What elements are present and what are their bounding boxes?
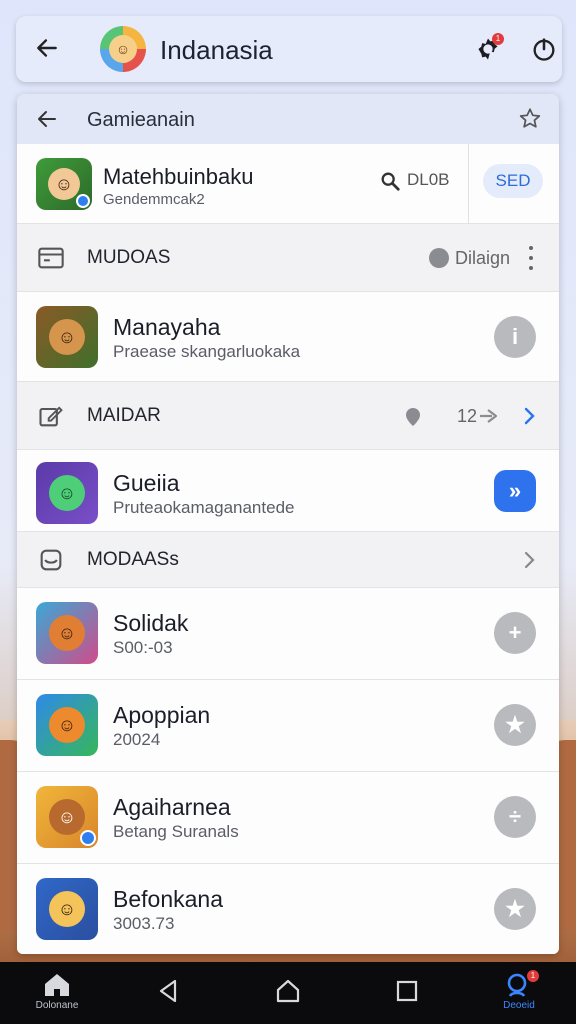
card-icon [38, 247, 64, 269]
app-subtitle: 20024 [113, 730, 161, 749]
featured-app-name: Matehbuinbaku [103, 164, 254, 189]
list-item[interactable]: ☺ Agaiharnea Betang Suranals ÷ [17, 772, 559, 864]
app-icon: ☺ [36, 878, 98, 940]
home-filled-icon [45, 974, 69, 996]
list-item[interactable]: ☺ Gueiia Pruteaokamaganantede » [17, 450, 559, 532]
section-header-maidar[interactable]: MAIDAR 12 [17, 382, 559, 450]
app-icon: ☺ [36, 462, 98, 524]
star-outline-icon[interactable] [517, 106, 543, 132]
app-icon: ☺ [36, 786, 98, 848]
nav-back[interactable] [148, 978, 188, 1018]
section-label: MAIDAR [87, 405, 161, 426]
section-label: MODAASs [87, 549, 179, 570]
back-triangle-icon [159, 979, 177, 1003]
app-subtitle: Betang Suranals [113, 822, 239, 841]
featured-action-button[interactable]: SED [483, 164, 543, 198]
list-item[interactable]: ☺ Manayaha Praease skangarluokaka i [17, 292, 559, 382]
chevron-right-icon[interactable] [523, 550, 537, 570]
add-button[interactable]: + [494, 612, 536, 654]
section-right-label: Dilaign [455, 248, 511, 268]
app-name: Apoppian [113, 702, 211, 728]
featured-app-icon: ☺ [36, 158, 92, 210]
nav-profile-label: Deoeid [503, 1000, 535, 1011]
list-item[interactable]: ☺ Solidak S00:-03 + [17, 588, 559, 680]
search-label: DL0B [407, 170, 450, 189]
nav-home-label: Dolonane [35, 1000, 79, 1011]
favorite-button[interactable]: ★ [494, 888, 536, 930]
panel-title: Gamieanain [87, 109, 195, 131]
app-subtitle: Pruteaokamaganantede [113, 498, 295, 517]
favorite-button[interactable]: ★ [494, 704, 536, 746]
app-icon: ☺ [36, 602, 98, 664]
app-icon: ☺ [36, 306, 98, 368]
featured-app-subtitle: Gendemmcak2 [103, 191, 205, 208]
top-app-bar: ☺ Indanasia 1 [16, 16, 562, 82]
section-count: 12 [457, 406, 478, 426]
section-label: MUDOAS [87, 247, 171, 268]
system-nav-bar: Dolonane Deoeid 1 [0, 962, 576, 1024]
logo-face-icon: ☺ [109, 35, 137, 63]
power-icon[interactable] [530, 35, 558, 63]
location-pin-icon [406, 408, 420, 426]
status-dot-icon [429, 248, 449, 268]
app-logo: ☺ [100, 26, 146, 72]
games-panel: Gamieanain ☺ Matehbuinbaku Gendemmcak2 D… [17, 94, 559, 954]
divider [468, 144, 469, 224]
panel-header: Gamieanain [17, 94, 559, 144]
info-button[interactable]: i [494, 316, 536, 358]
list-item[interactable]: ☺ Befonkana 3003.73 ★ [17, 864, 559, 954]
nav-recents[interactable] [387, 978, 427, 1018]
featured-app-row[interactable]: ☺ Matehbuinbaku Gendemmcak2 DL0B SED [17, 144, 559, 224]
home-outline-icon [276, 979, 300, 1003]
notification-badge: 1 [492, 33, 504, 45]
app-name: Solidak [113, 610, 189, 636]
recents-square-icon [396, 980, 418, 1002]
search-icon[interactable] [379, 170, 401, 192]
divide-button[interactable]: ÷ [494, 796, 536, 838]
section-header-modaass[interactable]: MODAASs [17, 532, 559, 588]
app-name: Befonkana [113, 886, 223, 912]
profile-badge: 1 [527, 970, 539, 982]
plane-icon [480, 409, 498, 423]
app-subtitle: S00:-03 [113, 638, 173, 657]
section-header-mudoas[interactable]: MUDOAS Dilaign [17, 224, 559, 292]
app-icon: ☺ [36, 694, 98, 756]
app-title: Indanasia [160, 35, 273, 65]
inbox-icon [40, 549, 62, 571]
back-arrow-icon[interactable] [34, 35, 60, 61]
chevron-right-icon[interactable] [523, 406, 537, 426]
panel-back-arrow-icon[interactable] [35, 107, 59, 131]
forward-button[interactable]: » [494, 470, 536, 512]
edit-icon [39, 406, 63, 427]
more-vertical-icon[interactable] [529, 246, 533, 270]
nav-home-app[interactable]: Dolonane [35, 972, 79, 1012]
nav-profile[interactable]: Deoeid 1 [499, 970, 539, 1012]
list-item[interactable]: ☺ Apoppian 20024 ★ [17, 680, 559, 772]
app-name: Manayaha [113, 314, 221, 340]
app-subtitle: 3003.73 [113, 914, 175, 933]
app-name: Agaiharnea [113, 794, 231, 820]
nav-home[interactable] [268, 978, 308, 1018]
app-subtitle: Praease skangarluokaka [113, 342, 301, 361]
app-name: Gueiia [113, 470, 180, 496]
